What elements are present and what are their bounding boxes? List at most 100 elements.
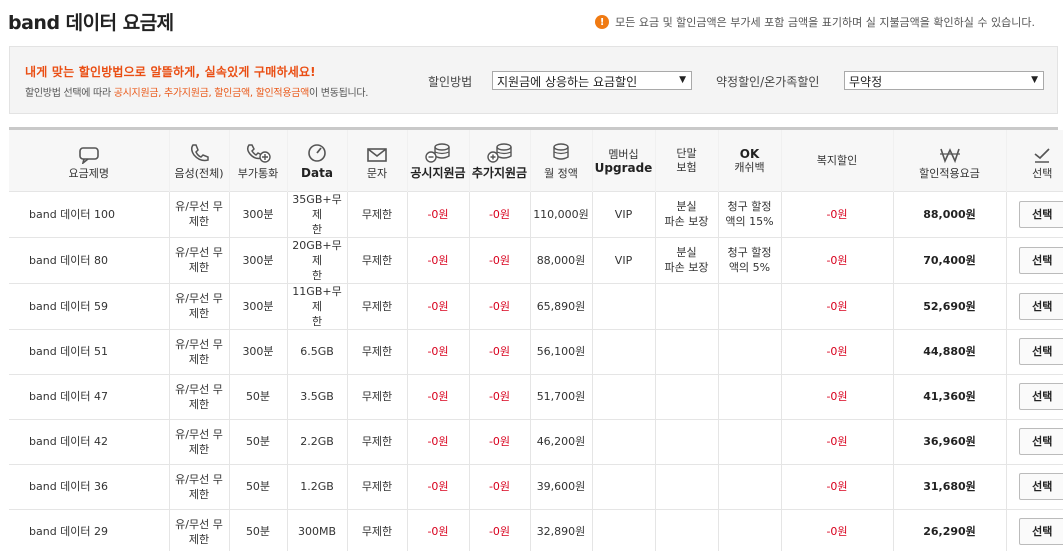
voice-cell: 유/무선 무제한 [168,283,229,329]
extra-call-cell: 300분 [228,283,287,329]
col-voice: 음성(전체) [168,130,229,191]
membership-cell: VIP [591,237,655,283]
extra-subsidy-cell: -0원 [468,237,530,283]
voice-cell-text: 유/무선 무 [175,382,223,396]
extra-call-cell-text: 50분 [245,525,271,539]
insurance-cell [654,283,718,329]
extra-call-cell-text: 300분 [242,253,274,267]
public-subsidy-cell: -0원 [406,419,469,464]
extra-subsidy-cell: -0원 [468,283,530,329]
public-subsidy-cell: -0원 [406,509,469,551]
ok-cashbag-cell [717,464,781,509]
insurance-cell-text: 파손 보장 [664,261,709,274]
welfare-discount-cell: -0원 [780,329,893,374]
extra-call-cell-text: 300분 [242,207,274,221]
voice-cell-text: 유/무선 무 [175,292,223,305]
voice-cell-text: 제한 [188,487,210,501]
plan-name: band 데이터 47 [9,374,169,419]
data-cell-text: 한 [311,222,323,236]
extra-call-cell-text: 50분 [245,435,271,448]
extra-call-cell: 300분 [228,191,287,237]
plan-table-wrapper: 요금제명 음성(전체) 부가통화 Data 문자 공시지원금 추가지원금 월 정… [9,127,1063,551]
extra-subsidy-cell-text: -0원 [488,253,511,267]
insurance-cell-text: 분실 [676,200,697,213]
table-row: band 데이터 100 유/무선 무 제한 300분 35GB+무제 한 무제한 -0원 -0… [9,191,1063,237]
plan-name: band 데이터 29 [9,509,169,551]
voice-cell-text: 유/무선 무 [175,472,223,486]
welfare-discount-cell-text: -0원 [826,207,848,221]
phone-icon [170,142,229,164]
monthly-fee-cell-text: 56,100원 [536,345,586,358]
sms-cell-text: 무제한 [361,435,393,448]
voice-cell-text: 제한 [188,442,210,456]
contract-discount-label: 약정할인/온가족할인 [716,75,820,89]
discount-method-select[interactable]: 지원금에 상응하는 요금할인 ▼ [492,71,692,90]
membership-cell [591,283,655,329]
welfare-discount-cell: -0원 [780,237,893,283]
extra-subsidy-cell: -0원 [468,191,530,237]
membership-cell [591,464,655,509]
select-plan-button[interactable]: 선택 [1018,338,1063,365]
table-row: band 데이터 47 유/무선 무 제한 50분 3.5GB 무제한 -0원 -0원 51,7… [9,374,1063,419]
select-plan-button[interactable]: 선택 [1018,200,1063,228]
plan-name-text: band 데이터 29 [29,525,109,539]
membership-cell [591,329,655,374]
plan-name: band 데이터 59 [9,283,169,329]
table-row: band 데이터 59 유/무선 무 제한 300분 11GB+무제 한 무제한 -0원 -0원… [9,283,1063,329]
col-plan-name: 요금제명 [9,130,169,191]
public-subsidy-cell: -0원 [406,237,469,283]
extra-call-cell: 50분 [228,509,287,551]
contract-discount-select[interactable]: 무약정 ▼ [844,71,1044,90]
plan-name-text: band 데이터 51 [29,345,109,358]
membership-cell-text: VIP [614,207,633,221]
select-cell: 선택 [1005,374,1063,419]
ok-cashbag-cell [717,419,781,464]
select-plan-button[interactable]: 선택 [1018,246,1063,274]
extra-call-cell: 300분 [228,329,287,374]
voice-cell-text: 제한 [188,307,210,320]
extra-call-cell-text: 50분 [245,480,271,493]
welfare-discount-cell: -0원 [780,509,893,551]
select-plan-button[interactable]: 선택 [1018,292,1063,320]
col-monthly-fee: 월 정액 [529,130,592,191]
select-plan-button[interactable]: 선택 [1018,428,1063,455]
table-row: band 데이터 51 유/무선 무 제한 300분 6.5GB 무제한 -0원 -0원 56,… [9,329,1063,374]
select-cell: 선택 [1005,191,1063,237]
public-subsidy-cell-text: -0원 [427,390,449,403]
select-plan-button[interactable]: 선택 [1018,518,1063,546]
plan-name: band 데이터 42 [9,419,169,464]
public-subsidy-cell: -0원 [406,283,469,329]
extra-call-cell-text: 50분 [245,390,271,403]
voice-cell-text: 제한 [188,397,210,411]
discount-price-cell-text: 44,880원 [923,345,976,358]
col-select: 선택 [1005,130,1063,191]
insurance-cell-text: 분실 [676,246,697,259]
membership-cell [591,509,655,551]
insurance-cell: 분실파손 보장 [654,237,718,283]
data-cell: 3.5GB [286,374,347,419]
discount-price-cell-text: 41,360원 [923,390,976,403]
extra-call-cell-text: 300분 [242,345,274,358]
select-cell: 선택 [1005,419,1063,464]
discount-price-cell: 88,000원 [892,191,1006,237]
discount-price-cell-text: 36,960원 [923,435,976,448]
col-extra-subsidy: 추가지원금 [468,130,530,191]
col-sms: 문자 [346,130,407,191]
select-plan-button[interactable]: 선택 [1018,473,1063,500]
extra-call-cell: 50분 [228,464,287,509]
coins-icon [531,142,592,164]
data-cell: 6.5GB [286,329,347,374]
monthly-fee-cell: 110,000원 [529,191,592,237]
desc-prefix: 할인방법 선택에 따라 [25,88,114,99]
insurance-cell [654,464,718,509]
plan-name: band 데이터 51 [9,329,169,374]
ok-cashbag-cell: 청구 할정 액의 15% [717,191,781,237]
filter-description: 할인방법 선택에 따라 공시지원금, 추가지원금, 할인금액, 할인적용금액이 … [25,84,369,99]
ok-cashbag-cell-text: 청구 할정 [727,246,772,259]
extra-subsidy-cell-text: -0원 [488,435,511,448]
monthly-fee-cell-text: 51,700원 [536,390,586,403]
data-cell: 300MB [286,509,347,551]
data-cell-text: 6.5GB [300,345,334,358]
ok-cashbag-cell [717,509,781,551]
select-plan-button[interactable]: 선택 [1018,383,1063,410]
